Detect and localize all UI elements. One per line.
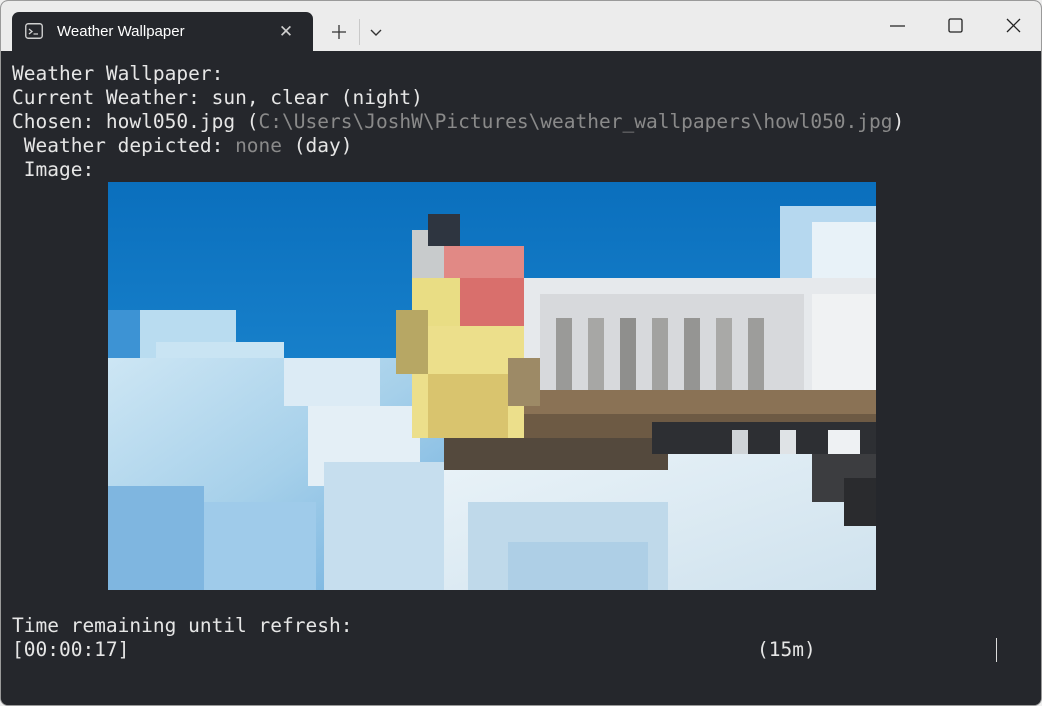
weather-depicted-line: Weather depicted: none (day) xyxy=(12,134,353,158)
tab-title: Weather Wallpaper xyxy=(57,23,185,40)
tab-close-icon[interactable]: ✕ xyxy=(276,22,296,42)
minimize-icon xyxy=(890,25,905,27)
minimize-button[interactable] xyxy=(874,9,920,43)
chevron-down-icon xyxy=(370,29,382,36)
terminal-window: Weather Wallpaper ✕ Weather Wallpaper: C… xyxy=(0,0,1042,706)
refresh-timer: [00:00:17] xyxy=(12,638,130,661)
weather-depicted-time: (day) xyxy=(282,134,353,157)
text-cursor xyxy=(996,638,997,662)
chosen-close-paren: ) xyxy=(892,110,905,133)
refresh-label: Time remaining until refresh: xyxy=(12,614,353,637)
plus-icon xyxy=(332,25,346,39)
image-label: Image: xyxy=(12,158,95,181)
chosen-path: C:\Users\JoshW\Pictures\weather_wallpape… xyxy=(258,110,893,133)
new-tab-button[interactable] xyxy=(325,18,353,46)
current-weather-line: Current Weather: sun, clear (night) xyxy=(12,86,423,110)
chosen-line: Chosen: howl050.jpg (C:\Users\JoshW\Pict… xyxy=(12,110,904,134)
close-icon xyxy=(1006,18,1021,33)
weather-depicted-value: none xyxy=(235,134,283,157)
maximize-icon xyxy=(948,18,963,33)
tab-dropdown-button[interactable] xyxy=(362,18,390,46)
weather-depicted-label: Weather depicted: xyxy=(12,134,236,157)
terminal-icon xyxy=(25,23,43,39)
tab-weather-wallpaper[interactable]: Weather Wallpaper ✕ xyxy=(12,12,313,51)
chosen-file: howl050.jpg xyxy=(105,110,236,133)
close-button[interactable] xyxy=(990,9,1036,43)
wallpaper-preview-image xyxy=(108,182,876,590)
current-weather-label: Current Weather: xyxy=(12,86,212,109)
current-weather-value: sun, clear (night) xyxy=(211,86,423,109)
title-bar: Weather Wallpaper ✕ xyxy=(1,1,1041,51)
chosen-label: Chosen: xyxy=(12,110,106,133)
chosen-open-paren: ( xyxy=(235,110,259,133)
maximize-button[interactable] xyxy=(932,9,978,43)
terminal-output[interactable]: Weather Wallpaper: Current Weather: sun,… xyxy=(1,51,1041,705)
titlebar-separator xyxy=(359,19,360,45)
refresh-interval: (15m) xyxy=(757,638,816,661)
output-heading: Weather Wallpaper: xyxy=(12,62,224,85)
